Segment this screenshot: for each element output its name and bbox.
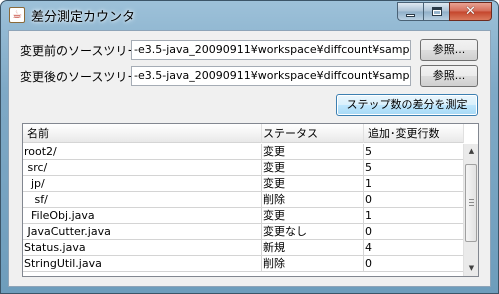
table-row[interactable]: src/変更 5 [23, 160, 464, 176]
window-title: 差分測定カウンタ [31, 10, 136, 25]
scroll-down-arrow-icon[interactable]: ▼ [464, 261, 478, 276]
table-body: root2/変更 5 src/変更 5 jp/変更 1 sf/削除 0 FileObj.… [23, 144, 464, 272]
table-row[interactable]: sf/削除 0 [23, 192, 464, 208]
table-row[interactable]: JavaCutter.java 変更なし 0 [23, 224, 464, 240]
table-row[interactable]: jp/変更 1 [23, 176, 464, 192]
cell-changed-lines: 1 [364, 208, 464, 224]
cell-changed-lines: 0 [364, 192, 464, 208]
maximize-icon [431, 7, 442, 16]
table-row[interactable]: root2/変更 5 [23, 144, 464, 160]
measure-diff-button[interactable]: ステップ数の差分を測定 [336, 94, 478, 116]
grip-line [469, 202, 474, 203]
cell-name: jp/ [23, 176, 262, 192]
table-header: 名前 ステータス 追加･変更行数 [23, 124, 464, 143]
cell-status: 新規 [262, 240, 364, 256]
cell-name: StringUtil.java [23, 256, 262, 272]
scroll-up-arrow-icon[interactable]: ▲ [464, 144, 478, 159]
table-row[interactable]: StringUtil.java 削除 0 [23, 256, 464, 272]
cell-status: 変更 [262, 208, 364, 224]
column-header-status[interactable]: ステータス [262, 124, 364, 143]
before-tree-label: 変更前のソースツリー: [20, 44, 144, 58]
cell-name: Status.java [23, 240, 262, 256]
cell-name: src/ [23, 160, 262, 176]
table-row[interactable]: FileObj.java 変更 1 [23, 208, 464, 224]
java-cup-icon: ☕ [9, 7, 25, 23]
minimize-button[interactable] [397, 2, 423, 21]
cell-name: root2/ [23, 144, 262, 160]
cell-changed-lines: 5 [364, 160, 464, 176]
column-header-changed-lines[interactable]: 追加･変更行数 [364, 124, 464, 143]
cell-changed-lines: 1 [364, 176, 464, 192]
scrollbar-thumb[interactable] [465, 164, 477, 242]
before-tree-path-field[interactable]: -e3.5-java_20090911¥workspace¥diffcount¥… [131, 40, 411, 60]
cell-name: FileObj.java [23, 208, 262, 224]
cell-name: JavaCutter.java [23, 224, 262, 240]
maximize-button[interactable] [423, 2, 449, 21]
results-table[interactable]: 名前 ステータス 追加･変更行数 root2/変更 5 src/変更 5 jp/変更… [22, 123, 479, 277]
after-tree-label: 変更後のソースツリー: [20, 70, 144, 84]
caption-buttons: ✕ [397, 2, 492, 21]
cell-changed-lines: 0 [364, 256, 464, 272]
title-bar[interactable]: ☕ 差分測定カウンタ ✕ [1, 1, 498, 29]
table-row[interactable]: Status.java 新規 4 [23, 240, 464, 256]
cell-status: 削除 [262, 256, 364, 272]
after-browse-button[interactable]: 参照... [420, 65, 478, 87]
cell-status: 変更 [262, 176, 364, 192]
close-icon: ✕ [465, 4, 476, 19]
before-browse-button[interactable]: 参照... [420, 39, 478, 61]
column-header-name[interactable]: 名前 [23, 124, 262, 143]
grip-line [469, 205, 474, 206]
grip-line [469, 199, 474, 200]
app-window: ☕ 差分測定カウンタ ✕ 変更前のソースツリー: -e3.5-java_2009… [0, 0, 499, 294]
cell-changed-lines: 0 [364, 224, 464, 240]
cell-changed-lines: 5 [364, 144, 464, 160]
cell-status: 変更 [262, 144, 364, 160]
client-area: 変更前のソースツリー: -e3.5-java_20090911¥workspac… [8, 30, 491, 287]
after-tree-path-field[interactable]: -e3.5-java_20090911¥workspace¥diffcount¥… [131, 66, 411, 86]
cell-status: 変更 [262, 160, 364, 176]
cell-changed-lines: 4 [364, 240, 464, 256]
cell-status: 変更なし [262, 224, 364, 240]
cell-status: 削除 [262, 192, 364, 208]
close-button[interactable]: ✕ [449, 2, 492, 21]
cell-name: sf/ [23, 192, 262, 208]
vertical-scrollbar[interactable]: ▲ ▼ [463, 144, 478, 276]
minimize-icon [406, 13, 415, 17]
